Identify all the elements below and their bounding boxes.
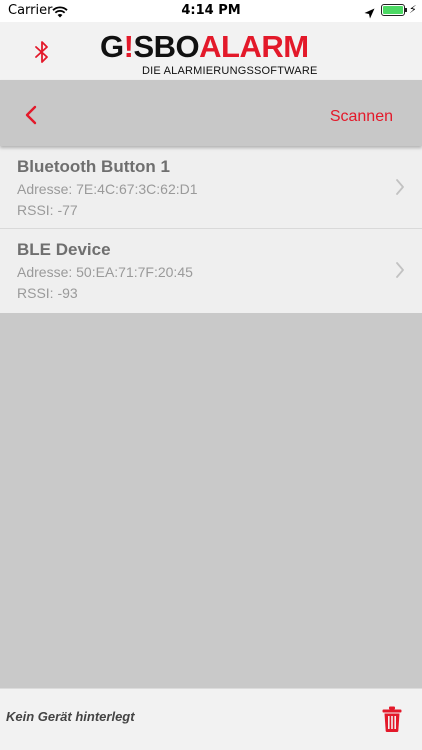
chevron-right-icon [396,179,404,195]
device-name: Bluetooth Button 1 [17,157,170,176]
trash-icon [382,706,402,732]
navigation-bar: Scannen [0,80,422,146]
battery-tip [405,8,407,12]
device-row[interactable]: BLE Device Adresse: 50:EA:71:7F:20:45 RS… [0,229,422,313]
location-arrow-icon [364,4,375,23]
bluetooth-icon [35,41,48,63]
back-button[interactable] [22,105,42,125]
charging-bolt-icon: ⚡ [409,3,417,16]
device-rssi: RSSI: -93 [17,285,78,301]
device-address: Adresse: 7E:4C:67:3C:62:D1 [17,181,198,197]
device-name: BLE Device [17,240,111,259]
logo-exclaim: ! [123,29,134,64]
paired-device-status: Kein Gerät hinterlegt [6,709,135,724]
clock: 4:14 PM [181,3,241,18]
battery-icon [381,4,405,16]
logo-subtitle: DIE ALARMIERUNGSSOFTWARE [142,65,318,77]
chevron-left-icon [25,105,37,125]
scan-button[interactable]: Scannen [330,108,393,126]
app-header: G!SBOALARM DIE ALARMIERUNGSSOFTWARE [0,22,422,80]
device-row[interactable]: Bluetooth Button 1 Adresse: 7E:4C:67:3C:… [0,146,422,229]
logo-letter-g: G [100,29,124,64]
footer-bar: Kein Gerät hinterlegt [0,688,422,750]
status-bar: Carrier 4:14 PM ⚡ [0,0,422,22]
device-list: Bluetooth Button 1 Adresse: 7E:4C:67:3C:… [0,146,422,313]
chevron-right-icon [396,262,404,278]
logo-letters-alarm: ALARM [199,29,309,64]
logo-letters-sbo: SBO [133,29,200,64]
device-address: Adresse: 50:EA:71:7F:20:45 [17,264,193,280]
gisboalarm-logo: G!SBOALARM DIE ALARMIERUNGSSOFTWARE [100,30,330,80]
device-rssi: RSSI: -77 [17,202,78,218]
bluetooth-button[interactable] [28,38,56,66]
delete-button[interactable] [381,705,403,733]
logo-wordmark: G!SBOALARM [100,30,309,64]
